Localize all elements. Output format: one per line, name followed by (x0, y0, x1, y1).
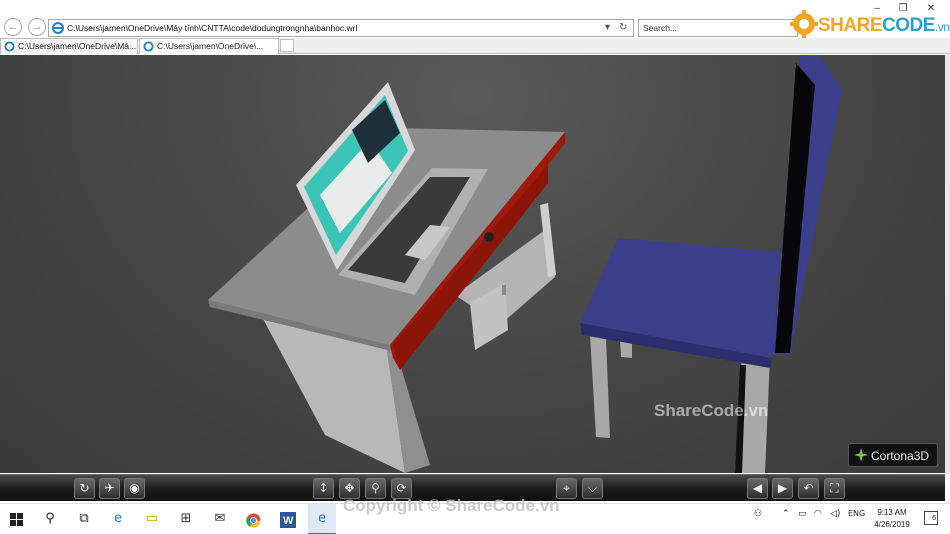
chrome-icon[interactable] (246, 513, 261, 528)
back-button[interactable]: ← (4, 18, 22, 36)
language-indicator[interactable]: ENG (848, 509, 865, 518)
chair-leg-front-left (590, 335, 610, 438)
undo-arrow-icon: ↶ (803, 481, 814, 495)
eye-icon: ◉ (129, 481, 140, 495)
ie-icon: e (318, 511, 326, 526)
word-icon[interactable]: W (280, 512, 296, 528)
dropdown-icon[interactable]: ▾ (605, 22, 610, 33)
tab-label: C:\Users\jamen\OneDrive\Má... (18, 41, 137, 51)
fit-frame-icon: ⛶ (830, 481, 839, 495)
slide-button[interactable]: ↕ (313, 478, 334, 499)
right-triangle-icon: ▶ (777, 481, 788, 495)
3d-scene (208, 55, 842, 473)
watermark: ShareCode.vn (654, 401, 769, 420)
search-input[interactable]: Search... (638, 19, 798, 37)
volume-icon[interactable]: ◁) (830, 509, 840, 519)
logo-code: CODE (882, 15, 935, 36)
logo-suffix: .vn (934, 20, 950, 34)
undo-button[interactable]: ↶ (798, 478, 819, 499)
sharecode-logo: SHARECODE.vn (790, 8, 950, 42)
edge-icon[interactable]: e (108, 509, 128, 529)
walk-icon: ⚲ (371, 481, 380, 495)
target-icon: ⌖ (563, 481, 570, 495)
ie-page-icon (52, 22, 64, 34)
task-view-icon[interactable]: ⧉ (74, 509, 94, 529)
next-viewpoint-button[interactable]: ▶ (772, 478, 793, 499)
cortona3d-badge[interactable]: Cortona3D (848, 443, 938, 467)
ie-taskbar-button[interactable]: e (308, 504, 336, 534)
forward-arrow-icon: → (31, 21, 43, 33)
desk-knob (484, 232, 494, 242)
fly-button[interactable]: ✈ (99, 478, 120, 499)
ie-tab-icon (143, 41, 154, 52)
cortona-logo-icon (854, 448, 868, 462)
notification-count: 6 (932, 515, 936, 522)
screen: – ❐ ✕ ← → C:\Users\jamen\OneDrive\Máy tí… (0, 0, 950, 534)
file-explorer-icon[interactable]: ▭ (142, 509, 162, 529)
view-button[interactable]: ◉ (124, 478, 145, 499)
svg-text:W: W (283, 515, 294, 527)
viewport-scrollbar[interactable] (945, 55, 950, 473)
mail-icon[interactable]: ✉ (210, 509, 230, 529)
address-bar[interactable]: C:\Users\jamen\OneDrive\Máy tính\CNTTA\c… (48, 19, 634, 37)
rotate-icon: ↻ (79, 481, 90, 495)
cortona-label: Cortona3D (871, 449, 930, 463)
chair-seat (580, 238, 780, 358)
pan-cross-icon: ✥ (344, 481, 355, 495)
study-icon: ⟳ (396, 481, 407, 495)
fly-icon: ✈ (104, 481, 115, 495)
restore-icon: ⌵ (587, 481, 598, 495)
back-arrow-icon: ← (7, 21, 19, 33)
tab-label: C:\Users\jamen\OneDrive\... (157, 41, 264, 51)
restore-view-button[interactable]: ⌵ (582, 478, 603, 499)
forward-button[interactable]: → (28, 18, 46, 36)
prev-viewpoint-button[interactable]: ◀ (747, 478, 768, 499)
clock[interactable]: 9:13 AM 4/26/2019 (872, 507, 912, 531)
search-icon[interactable]: ⚲ (40, 509, 60, 529)
clock-time: 9:13 AM (877, 508, 907, 517)
logo-share: SHARE (818, 15, 883, 36)
fit-button[interactable]: ⛶ (824, 478, 845, 499)
drawer-handle (502, 285, 506, 295)
network-icon[interactable]: ▭ (798, 509, 807, 519)
search-placeholder: Search... (643, 23, 678, 33)
chevron-up-icon[interactable]: ⌃ (782, 509, 790, 519)
ie-tab-icon (4, 41, 15, 52)
tab-2[interactable]: C:\Users\jamen\OneDrive\... (139, 38, 279, 54)
left-triangle-icon: ◀ (752, 481, 763, 495)
wifi-icon[interactable]: ◠ (814, 509, 822, 519)
address-text: C:\Users\jamen\OneDrive\Máy tính\CNTTA\c… (67, 23, 358, 33)
refresh-icon[interactable]: ↻ (619, 22, 627, 33)
slide-arrows-icon: ↕ (318, 481, 329, 495)
copyright-watermark: Copyright © ShareCode.vn (343, 496, 560, 515)
clock-date: 4/26/2019 (874, 520, 910, 529)
notifications-button[interactable]: 6 (924, 511, 938, 525)
sharecode-gear-icon (790, 10, 818, 38)
people-icon[interactable]: ⚇ (754, 509, 762, 519)
store-icon[interactable]: ⊞ (176, 509, 196, 529)
rotate-button[interactable]: ↻ (74, 478, 95, 499)
new-tab-button[interactable] (280, 39, 294, 52)
windows-start-icon[interactable] (10, 513, 23, 526)
3d-viewport[interactable] (0, 55, 945, 473)
tab-1[interactable]: C:\Users\jamen\OneDrive\Má... (0, 38, 138, 54)
